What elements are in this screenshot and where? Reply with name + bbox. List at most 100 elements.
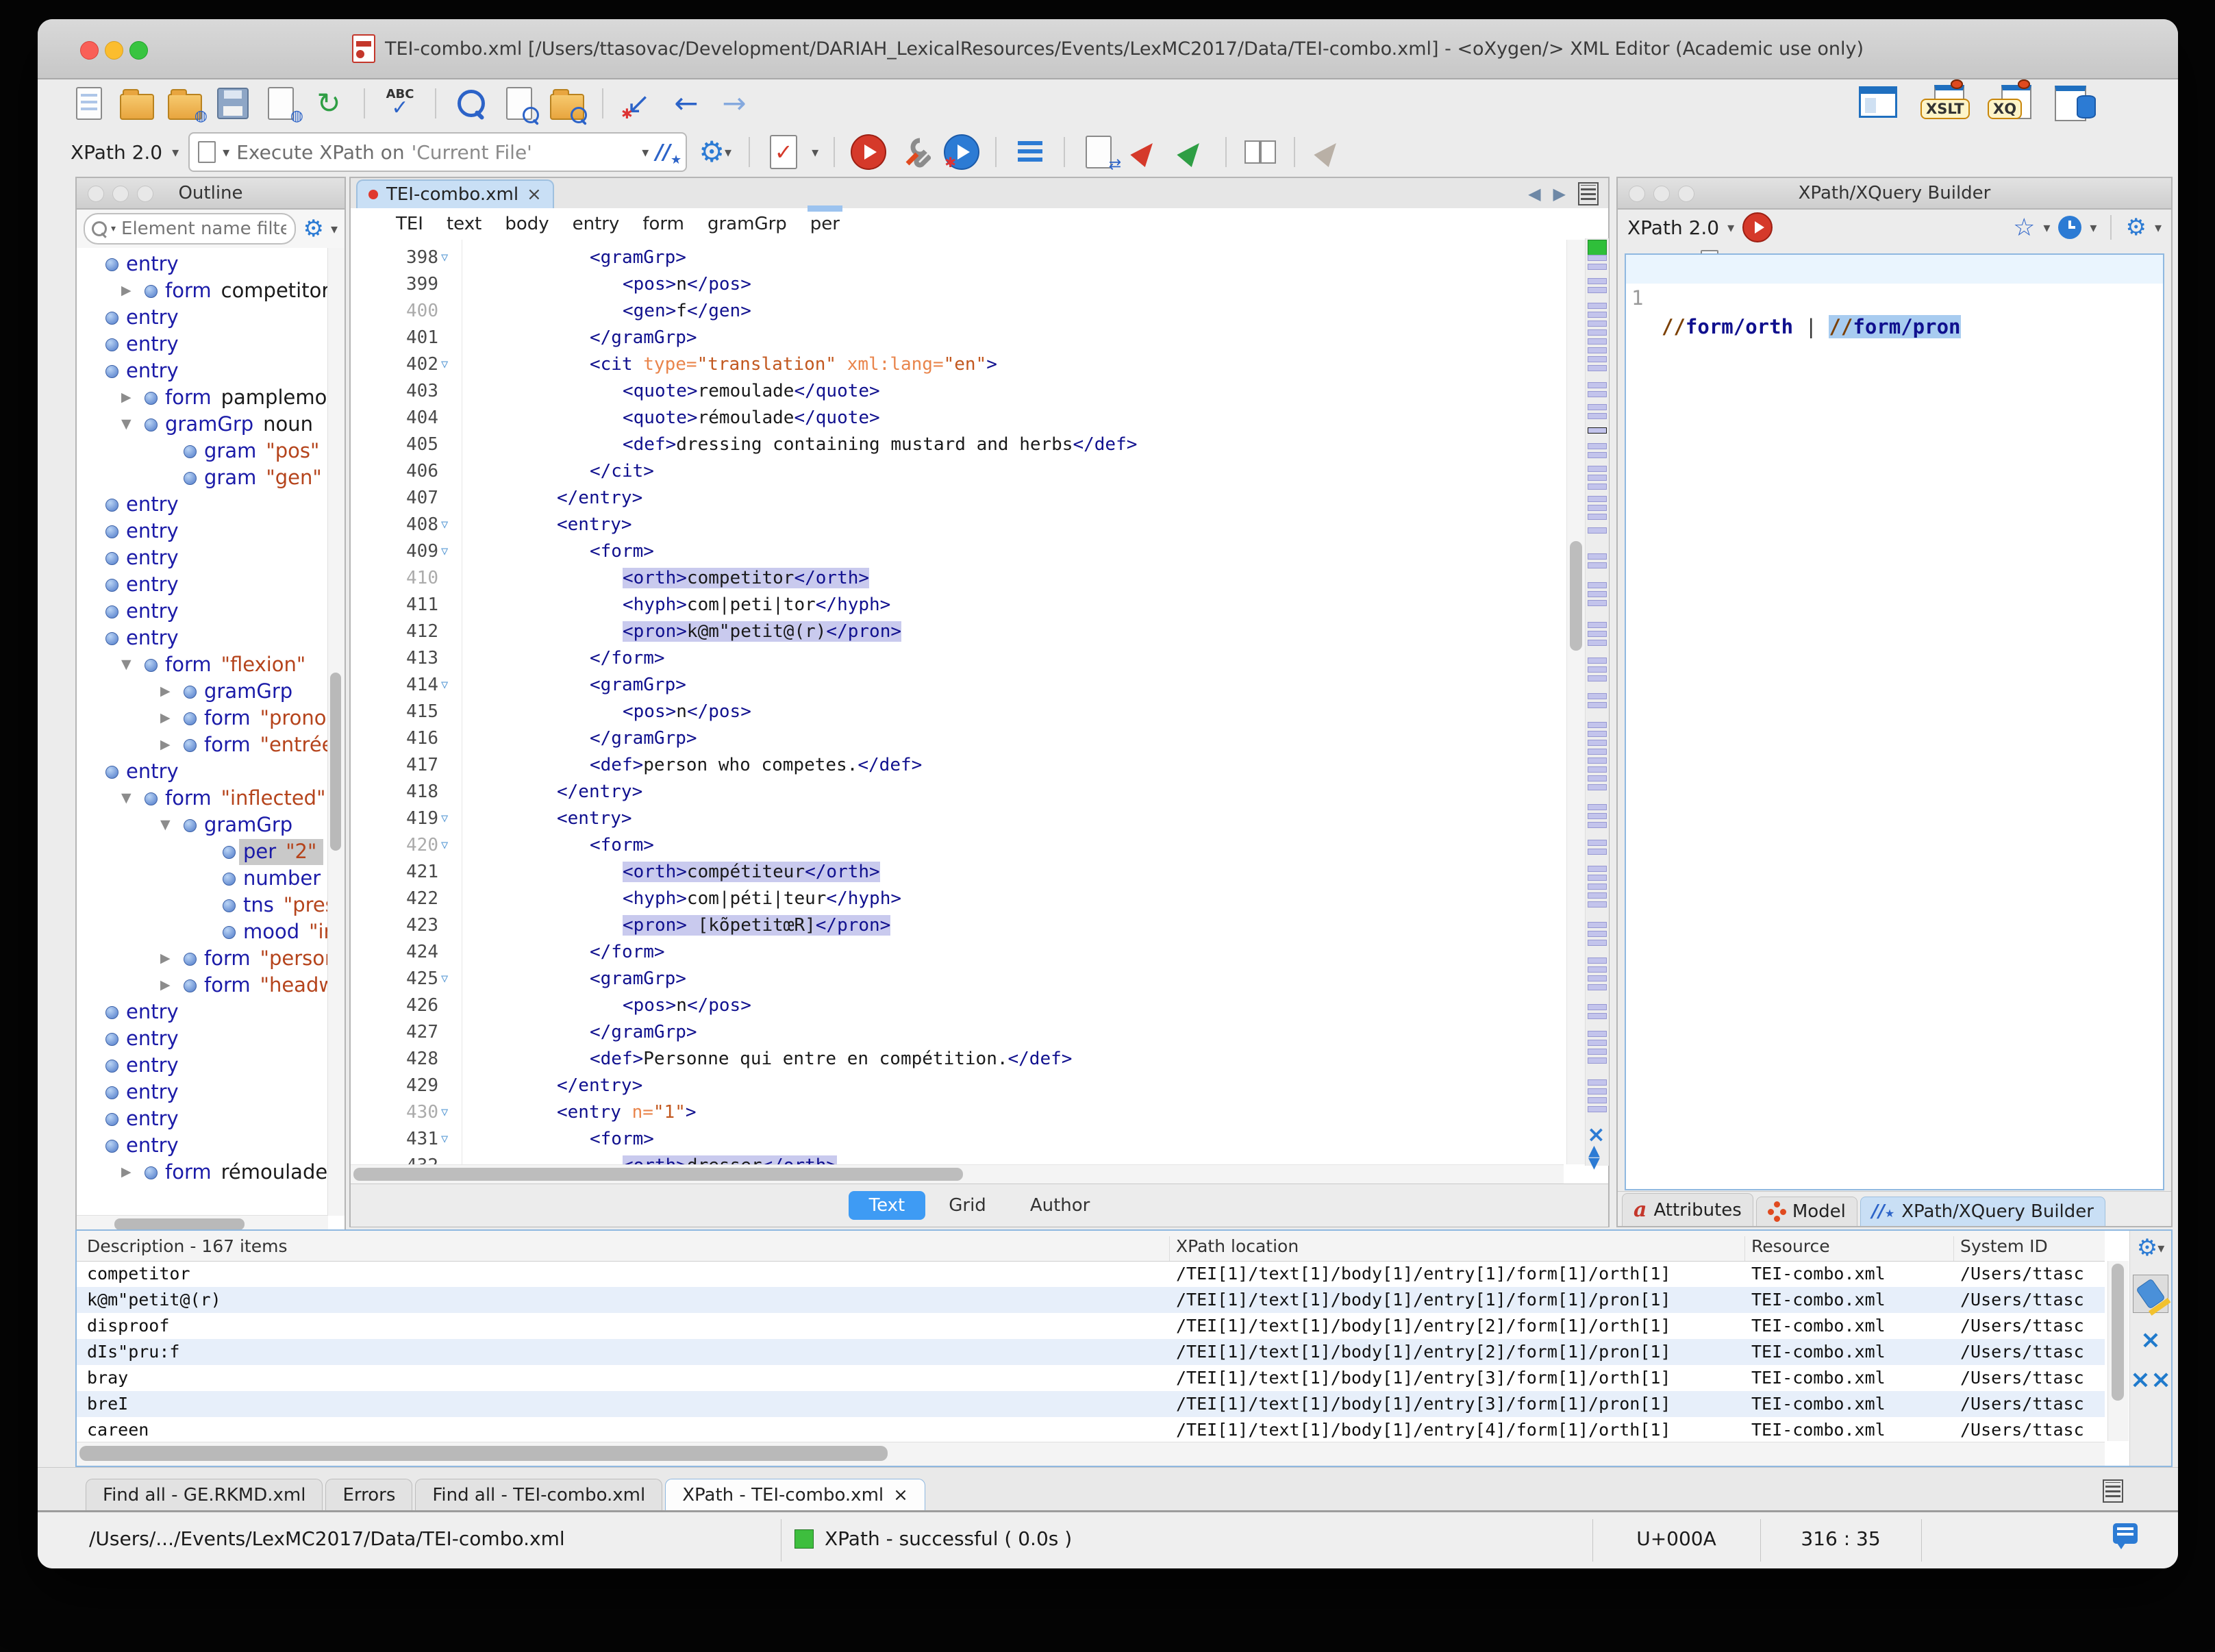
code-line-414[interactable]: 414 ▽ <gramGrp>	[351, 672, 1564, 699]
open-url-button[interactable]: ◍	[166, 85, 208, 125]
query-line[interactable]: 1 //form/orth | //form/pron	[1626, 255, 2163, 338]
next-marker-icon[interactable]: ▼	[1588, 1156, 1600, 1171]
prev-editor-icon[interactable]: ◀	[1528, 184, 1540, 203]
xpath-version-select[interactable]: XPath 2.0	[71, 141, 162, 164]
match-marker[interactable]	[1588, 631, 1607, 637]
code-line-404[interactable]: 404 <quote>rémoulade</quote>	[351, 405, 1564, 431]
match-marker[interactable]	[1588, 840, 1607, 846]
match-marker[interactable]	[1588, 321, 1607, 327]
column-description[interactable]: Description - 167 items	[87, 1236, 287, 1256]
outline-item-entry[interactable]: entry	[77, 1105, 328, 1132]
mode-text-button[interactable]: Text	[848, 1191, 926, 1220]
new-document-button[interactable]	[71, 85, 108, 122]
editor-hscrollbar[interactable]	[351, 1164, 1564, 1184]
apply-transformation-button[interactable]	[850, 134, 887, 171]
views-list-icon[interactable]	[2103, 1479, 2123, 1503]
match-marker[interactable]	[1588, 975, 1607, 981]
tab-attributes[interactable]: a Attributes	[1622, 1193, 1753, 1226]
element-filter-box[interactable]: ▾	[84, 213, 297, 245]
outline-item-tns[interactable]: tns"present	[77, 892, 328, 918]
expanded-arrow-icon[interactable]: ▼	[160, 817, 171, 832]
back-button[interactable]: ←	[668, 85, 705, 122]
spell-check-button[interactable]: ABC ✓	[381, 85, 418, 122]
results-hscrollbar[interactable]	[77, 1442, 2105, 1466]
scrollbar-thumb[interactable]	[353, 1168, 963, 1181]
match-marker[interactable]	[1588, 382, 1607, 388]
result-row[interactable]: k@m"petit@(r)/TEI[1]/text[1]/body[1]/ent…	[77, 1287, 2105, 1313]
match-marker[interactable]	[1588, 264, 1607, 270]
outline-item-mood[interactable]: mood"indica	[77, 918, 328, 945]
match-marker[interactable]	[1588, 365, 1607, 371]
code-line-432[interactable]: 432<orth>dresser</orth>	[351, 1153, 1564, 1164]
match-marker[interactable]	[1588, 666, 1607, 673]
favorites-star-icon[interactable]: ☆	[2013, 214, 2035, 242]
code-line-400[interactable]: 400 <gen>f</gen>	[351, 298, 1564, 325]
match-marker[interactable]	[1588, 452, 1607, 458]
code-line-401[interactable]: 401 </gramGrp>	[351, 325, 1564, 351]
code-line-410[interactable]: 410 <orth>competitor</orth>	[351, 565, 1564, 592]
fold-toggle-icon[interactable]: ▽	[441, 1099, 448, 1126]
save-as-button[interactable]: ◍	[262, 85, 303, 125]
close-icon[interactable]: ×	[527, 184, 542, 205]
code-line-407[interactable]: 407 </entry>	[351, 485, 1564, 512]
match-marker[interactable]	[1588, 775, 1607, 781]
xquery-debugger-icon[interactable]: XQ	[1988, 79, 2031, 119]
code-line-426[interactable]: 426 <pos>n</pos>	[351, 992, 1564, 1019]
code-line-412[interactable]: 412 <pron>k@m"petit@(r)</pron>	[351, 618, 1564, 645]
match-marker[interactable]	[1588, 1057, 1607, 1064]
editor-vscrollbar[interactable]	[1566, 240, 1586, 1164]
match-marker[interactable]	[1588, 813, 1607, 819]
fold-toggle-icon[interactable]: ▽	[441, 538, 448, 565]
breadcrumb-item-per[interactable]: per	[807, 205, 843, 234]
match-marker[interactable]	[1588, 356, 1607, 362]
match-marker[interactable]	[1588, 640, 1607, 646]
outline-item-form[interactable]: ▶ form"entrée"	[77, 731, 328, 758]
outline-item-entry[interactable]: entry	[77, 758, 328, 785]
outline-item-number[interactable]: number"sing	[77, 865, 328, 892]
fold-toggle-icon[interactable]: ▽	[441, 966, 448, 992]
remove-result-button[interactable]: ×	[2140, 1328, 2161, 1353]
match-marker[interactable]	[1588, 505, 1607, 511]
match-marker[interactable]	[1588, 740, 1607, 746]
match-marker[interactable]	[1588, 866, 1607, 872]
mode-grid-button[interactable]: Grid	[928, 1191, 1007, 1220]
collapsed-arrow-icon[interactable]: ▶	[160, 737, 171, 752]
save-button[interactable]	[214, 85, 251, 122]
outline-item-form[interactable]: ▶ form competitor	[77, 277, 328, 304]
outline-item-entry[interactable]: entry	[77, 625, 328, 651]
outline-item-gramGrp[interactable]: ▼ gramGrp noun	[77, 411, 328, 438]
outline-item-form[interactable]: ▶ form"headword	[77, 972, 328, 999]
outline-item-form[interactable]: ▶ form"pronom_p	[77, 705, 328, 731]
breadcrumb-item-form[interactable]: form	[642, 214, 684, 234]
collapsed-arrow-icon[interactable]: ▶	[121, 283, 132, 298]
code-line-424[interactable]: 424 </form>	[351, 939, 1564, 966]
result-row[interactable]: careen/TEI[1]/text[1]/body[1]/entry[4]/f…	[77, 1417, 2105, 1443]
match-marker[interactable]	[1588, 702, 1607, 708]
close-icon[interactable]: ×	[893, 1485, 908, 1505]
outline-item-entry[interactable]: entry	[77, 331, 328, 358]
chevron-down-icon[interactable]: ▾	[812, 144, 818, 160]
builder-version-select[interactable]: XPath 2.0	[1627, 216, 1719, 239]
results-settings-button[interactable]: ⚙	[2137, 1236, 2157, 1260]
match-marker[interactable]	[1588, 287, 1607, 293]
match-marker[interactable]	[1588, 496, 1607, 502]
marker-stripe[interactable]: × ▲ ▼	[1585, 238, 1609, 1171]
code-line-428[interactable]: 428 <def>Personne qui entre en compétitio…	[351, 1046, 1564, 1073]
builder-settings-button[interactable]: ⚙	[2125, 216, 2146, 239]
expanded-arrow-icon[interactable]: ▼	[121, 416, 132, 431]
outline-item-form[interactable]: ▼ form "inflected"	[77, 785, 328, 812]
breadcrumb-item-entry[interactable]: entry	[573, 214, 620, 234]
code-line-413[interactable]: 413 </form>	[351, 645, 1564, 672]
match-marker[interactable]	[1588, 312, 1607, 318]
match-marker[interactable]	[1588, 391, 1607, 397]
outline-item-entry[interactable]: entry	[77, 304, 328, 331]
code-line-420[interactable]: 420 ▽ <form>	[351, 832, 1564, 859]
code-line-405[interactable]: 405 <def>dressing containing mustard and …	[351, 431, 1564, 458]
find-replace-button[interactable]	[501, 85, 539, 123]
code-line-416[interactable]: 416 </gramGrp>	[351, 725, 1564, 752]
scrollbar-thumb[interactable]	[330, 673, 341, 851]
outline-vscrollbar[interactable]	[327, 248, 345, 1216]
find-in-files-button[interactable]	[549, 85, 587, 123]
column-system-id[interactable]: System ID	[1960, 1236, 2048, 1256]
outline-item-entry[interactable]: entry	[77, 545, 328, 571]
